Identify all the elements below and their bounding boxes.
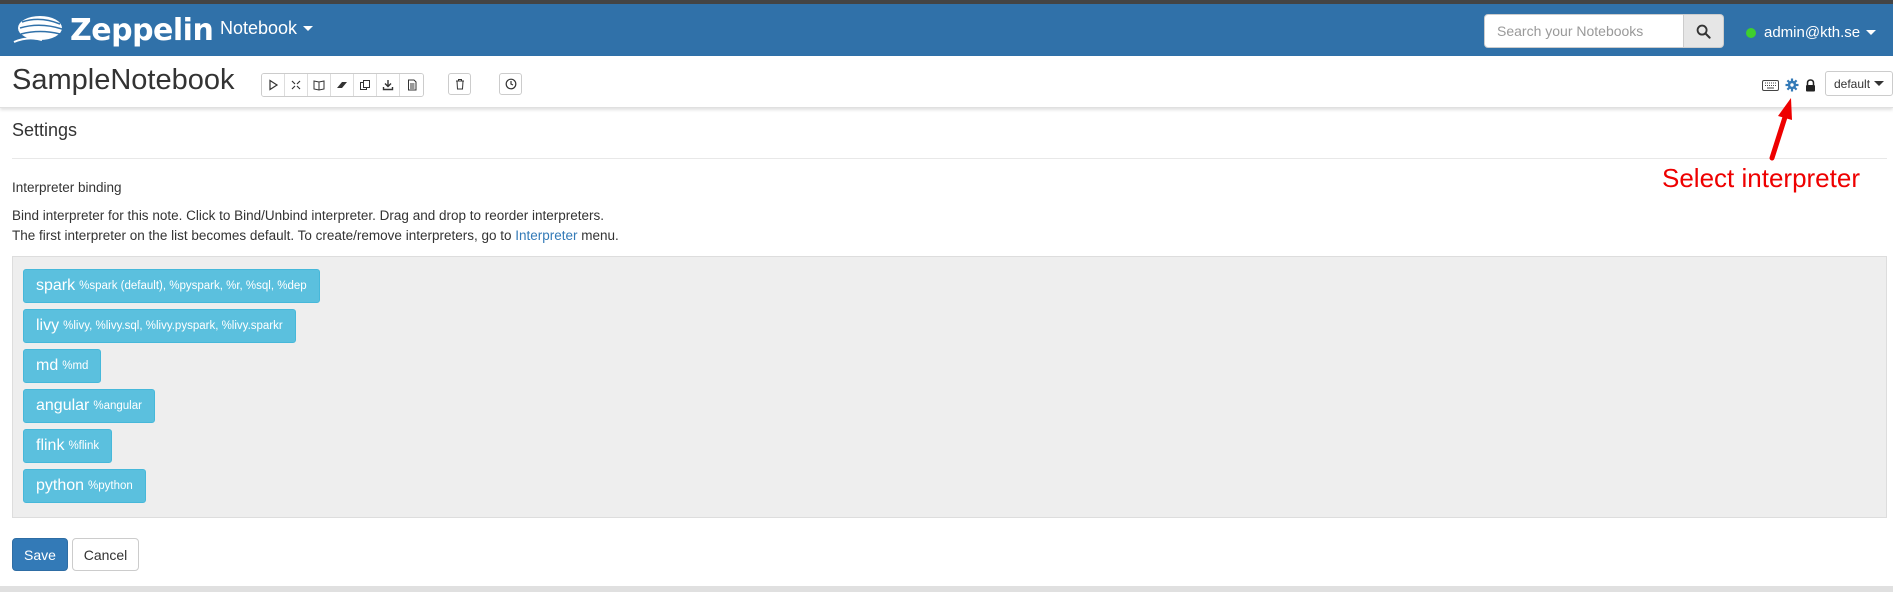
binding-description-line1: Bind interpreter for this note. Click to…: [12, 208, 605, 223]
interpreter-aliases: %livy, %livy.sql, %livy.pyspark, %livy.s…: [63, 320, 283, 332]
settings-divider: [12, 158, 1887, 159]
brand-link[interactable]: Zeppelin: [12, 10, 214, 50]
interpreter-aliases: %spark (default), %pyspark, %r, %sql, %d…: [79, 280, 307, 292]
interpreter-aliases: %flink: [68, 440, 100, 452]
chevron-down-icon: [1874, 81, 1885, 86]
interpreter-button-livy[interactable]: livy %livy, %livy.sql, %livy.pyspark, %l…: [23, 309, 296, 343]
binding-description-line2: The first interpreter on the list become…: [12, 228, 619, 243]
hide-output-button[interactable]: [308, 74, 331, 96]
interpreter-settings-button[interactable]: [1785, 78, 1799, 92]
notebook-menu-label: Notebook: [220, 18, 298, 38]
interpreter-name: python: [36, 477, 85, 494]
trash-icon: [455, 79, 464, 90]
clone-button[interactable]: [354, 74, 377, 96]
hide-code-button[interactable]: [285, 74, 308, 96]
notebook-header: SampleNotebook default: [0, 56, 1893, 108]
search-input[interactable]: [1484, 14, 1684, 48]
clock-icon: [505, 78, 516, 90]
user-menu[interactable]: admin@kth.se: [1746, 24, 1877, 41]
hide-output-icon: [313, 80, 325, 91]
interpreter-name: flink: [36, 437, 65, 454]
interpreter-button-spark[interactable]: spark %spark (default), %pyspark, %r, %s…: [23, 269, 320, 303]
hide-code-icon: [291, 80, 301, 90]
file-icon: [407, 79, 416, 91]
interpreter-name: md: [36, 357, 59, 374]
notebook-toolbar: [261, 73, 424, 97]
chevron-down-icon: [1866, 30, 1877, 35]
gear-icon: [1785, 78, 1799, 92]
annotation-label: Select interpreter: [1662, 163, 1860, 193]
lock-icon: [1806, 78, 1815, 91]
notebook-title[interactable]: SampleNotebook: [12, 64, 234, 97]
interpreter-button-flink[interactable]: flink %flink: [23, 429, 113, 463]
interpreter-aliases: %angular: [93, 400, 142, 412]
clone-icon: [360, 80, 370, 90]
save-button[interactable]: Save: [12, 538, 68, 571]
notebook-right-controls: [1762, 76, 1816, 94]
interpreter-menu-link[interactable]: Interpreter: [515, 228, 577, 243]
page-bottom-border: [0, 586, 1893, 592]
interpreter-name: spark: [36, 277, 76, 294]
annotation-arrow-icon: [1769, 98, 1792, 161]
keyboard-icon: [1762, 79, 1779, 91]
delete-notebook-button[interactable]: [448, 73, 471, 95]
cancel-button[interactable]: Cancel: [72, 538, 139, 571]
eraser-icon: [337, 82, 347, 88]
interpreter-aliases: %md: [62, 360, 89, 372]
interpreter-name: angular: [36, 397, 90, 414]
version-control-button[interactable]: [400, 74, 423, 96]
notebook-menu[interactable]: Notebook: [220, 18, 314, 39]
search-button[interactable]: [1684, 14, 1724, 48]
schedule-button[interactable]: [499, 73, 522, 95]
search-group: [1484, 14, 1724, 48]
interpreter-name: livy: [36, 317, 60, 334]
note-mode-label: default: [1834, 76, 1871, 91]
download-icon: [382, 80, 394, 91]
interpreter-binding-heading: Interpreter binding: [12, 180, 122, 195]
interpreter-button-md[interactable]: md %md: [23, 349, 102, 383]
user-label: admin@kth.se: [1764, 24, 1861, 41]
run-all-icon: [269, 79, 279, 91]
binding-description-text: The first interpreter on the list become…: [12, 228, 516, 243]
clear-output-button[interactable]: [331, 74, 354, 96]
interpreter-list: spark %spark (default), %pyspark, %r, %s…: [12, 256, 1887, 518]
search-icon: [1696, 24, 1711, 39]
zeppelin-logo-icon: [13, 16, 63, 43]
keyboard-shortcut-button[interactable]: [1762, 79, 1779, 91]
brand-text: Zeppelin: [70, 12, 214, 48]
binding-description-suffix: menu.: [577, 228, 619, 243]
interpreter-button-angular[interactable]: angular %angular: [23, 389, 155, 423]
top-navbar: Zeppelin Notebook admin@kth.se: [0, 0, 1893, 56]
settings-title: Settings: [12, 120, 78, 140]
interpreter-button-python[interactable]: python %python: [23, 469, 146, 503]
export-button[interactable]: [377, 74, 400, 96]
interpreter-aliases: %python: [88, 480, 133, 492]
permissions-button[interactable]: [1805, 78, 1816, 92]
online-status-icon: [1746, 27, 1756, 38]
note-mode-dropdown[interactable]: default: [1825, 71, 1893, 96]
run-all-button[interactable]: [262, 74, 285, 96]
chevron-down-icon: [303, 26, 314, 31]
